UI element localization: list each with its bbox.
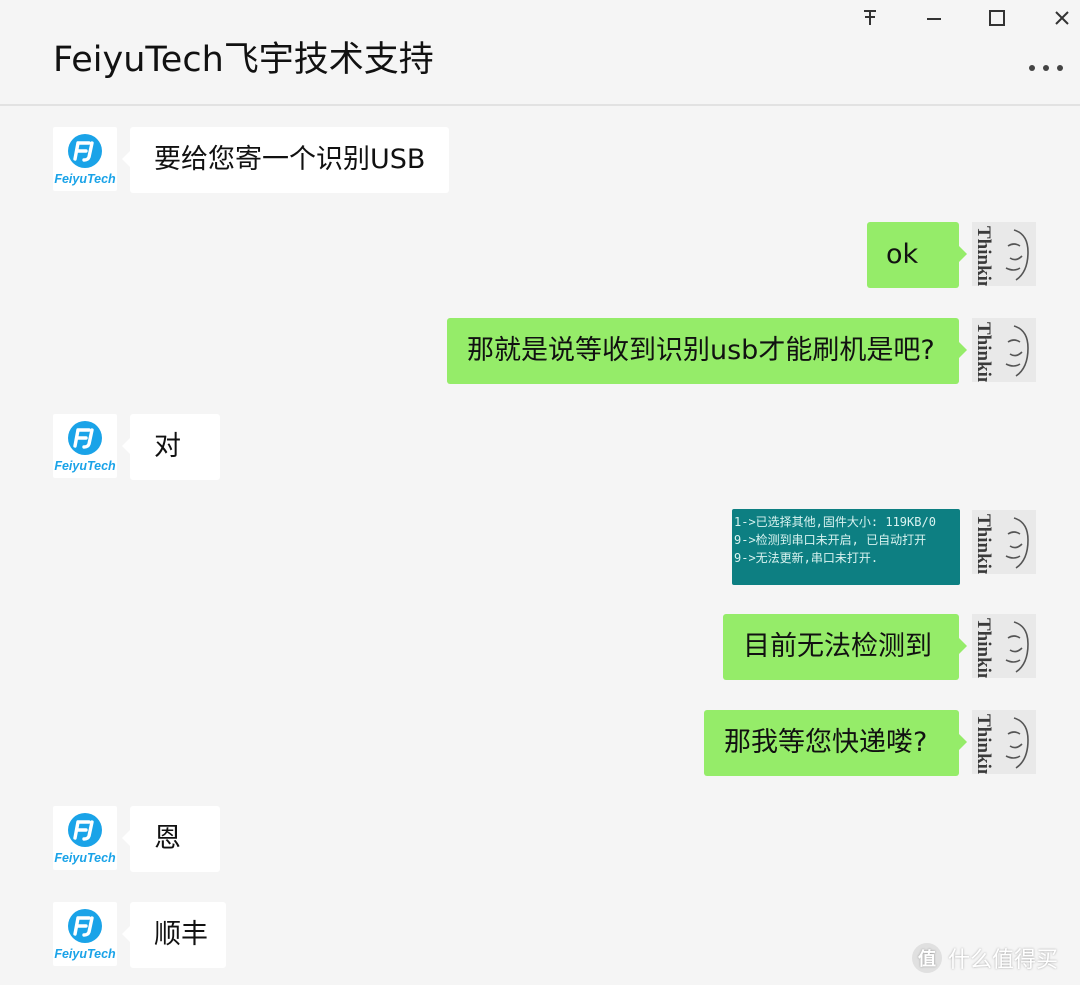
user-avatar-image: Thinking [972, 710, 1036, 774]
svg-text:Thinking: Thinking [973, 322, 994, 382]
watermark: 值 什么值得买 [912, 942, 1058, 974]
chat-header: FeiyuTech飞宇技术支持 [0, 0, 1080, 106]
watermark-text: 什么值得买 [948, 948, 1059, 973]
user-avatar[interactable]: Thinking [972, 614, 1036, 678]
maximize-button[interactable] [979, 2, 1015, 34]
close-button[interactable] [1044, 2, 1080, 34]
user-avatar-image: Thinking [972, 510, 1036, 574]
svg-text:FeiyuTech: FeiyuTech [54, 172, 116, 186]
more-icon [1029, 65, 1063, 71]
feiyutech-avatar[interactable]: FeiyuTech [53, 414, 117, 478]
message-bubble[interactable]: 顺丰 [122, 902, 226, 968]
image-text-line: 9->检测到串口未开启, 已自动打开 [734, 533, 927, 547]
message-bubble[interactable]: 目前无法检测到 [723, 614, 967, 680]
feiyutech-avatar[interactable]: FeiyuTech [53, 902, 117, 966]
maximize-icon [989, 10, 1005, 26]
feiyutech-logo-icon: FeiyuTech [54, 134, 116, 186]
feiyutech-avatar[interactable]: FeiyuTech [53, 806, 117, 870]
user-avatar[interactable]: Thinking [972, 510, 1036, 574]
screenshot-image-message[interactable]: 1->已选择其他,固件大小: 119KB/0 9->检测到串口未开启, 已自动打… [732, 509, 960, 585]
feiyutech-logo-icon: FeiyuTech [54, 813, 116, 865]
image-text-line: 1->已选择其他,固件大小: 119KB/0 [734, 515, 936, 529]
svg-text:FeiyuTech: FeiyuTech [54, 947, 116, 961]
smzdm-logo-icon: 值 [912, 943, 942, 973]
user-avatar[interactable]: Thinking [972, 710, 1036, 774]
message-bubble[interactable]: 那我等您快递喽? [704, 710, 967, 776]
feiyutech-avatar[interactable]: FeiyuTech [53, 127, 117, 191]
message-bubble[interactable]: ok [867, 222, 967, 288]
chat-title: FeiyuTech飞宇技术支持 [53, 40, 434, 80]
message-bubble[interactable]: 那就是说等收到识别usb才能刷机是吧? [447, 318, 967, 384]
user-avatar-image: Thinking [972, 614, 1036, 678]
message-bubble[interactable]: 恩 [122, 806, 220, 872]
user-avatar[interactable]: Thinking [972, 318, 1036, 382]
pin-icon [864, 10, 876, 25]
pin-button[interactable] [852, 2, 888, 34]
user-avatar-image: Thinking [972, 318, 1036, 382]
message-bubble[interactable]: 对 [122, 414, 220, 480]
image-text-line: 9->无法更新,串口未打开. [734, 551, 879, 565]
minimize-icon [927, 18, 941, 20]
svg-text:FeiyuTech: FeiyuTech [54, 459, 116, 473]
more-options-button[interactable] [1024, 54, 1068, 82]
minimize-button[interactable] [916, 2, 952, 34]
feiyutech-logo-icon: FeiyuTech [54, 909, 116, 961]
message-bubble[interactable]: 要给您寄一个识别USB [121, 127, 450, 193]
close-icon [1055, 11, 1069, 25]
svg-text:Thinking: Thinking [973, 714, 994, 774]
feiyutech-logo-icon: FeiyuTech [54, 421, 116, 473]
user-avatar[interactable]: Thinking [972, 222, 1036, 286]
user-avatar-image: Thinking [972, 222, 1036, 286]
svg-text:Thinking: Thinking [973, 618, 994, 678]
svg-text:Thinking: Thinking [973, 226, 994, 286]
svg-text:FeiyuTech: FeiyuTech [54, 851, 116, 865]
svg-text:Thinking: Thinking [973, 514, 994, 574]
